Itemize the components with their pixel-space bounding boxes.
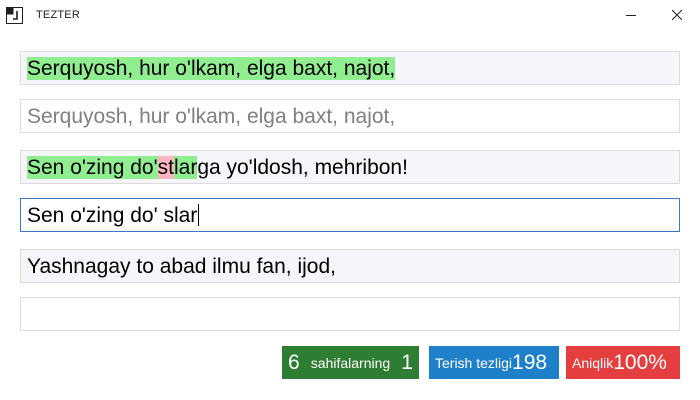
typed-text: Serquyosh, hur o'lkam, elga baxt, najot, <box>27 105 396 128</box>
sample-segment-error: st <box>157 156 174 179</box>
sample-segment-pending: ga yo'ldosh, mehribon! <box>197 156 408 179</box>
sample-segment-correct: Sen o'zing do' <box>27 156 158 179</box>
pages-label: sahifalarning <box>310 354 391 371</box>
typing-input-3[interactable] <box>20 297 680 331</box>
pages-total: 6 <box>288 350 300 374</box>
minimize-button[interactable] <box>608 0 654 31</box>
sample-segment-pending: Yashnagay to abad ilmu fan, ijod, <box>27 255 336 278</box>
typing-input-2[interactable]: Sen o'zing do' slar <box>20 198 680 232</box>
sample-segment-correct: Serquyosh, hur o'lkam, elga baxt, najot, <box>27 57 396 80</box>
accuracy-badge: Aniqlik 100% <box>566 346 680 379</box>
speed-badge: Terish tezligi 198 <box>429 346 559 379</box>
accuracy-label: Aniqlik <box>572 354 614 371</box>
pages-badge: 6 sahifalarning 1 <box>282 346 419 379</box>
window-title: TEZTER <box>36 9 80 21</box>
sample-line-3: Yashnagay to abad ilmu fan, ijod, <box>20 249 680 283</box>
minimize-icon <box>626 15 636 16</box>
typed-text: Sen o'zing do' slar <box>27 204 198 227</box>
speed-label: Terish tezligi <box>435 354 513 371</box>
close-button[interactable] <box>654 0 700 31</box>
sample-segment-correct: lar <box>173 156 198 179</box>
typing-input-1[interactable]: Serquyosh, hur o'lkam, elga baxt, najot, <box>20 99 680 133</box>
app-icon <box>6 7 23 24</box>
sample-line-2: Sen o'zing do'stlarga yo'ldosh, mehribon… <box>20 150 680 184</box>
speed-value: 198 <box>512 350 548 374</box>
pages-current: 1 <box>401 350 413 374</box>
title-bar: TEZTER <box>0 0 700 31</box>
sample-line-1: Serquyosh, hur o'lkam, elga baxt, najot, <box>20 51 680 85</box>
accuracy-value: 100% <box>613 350 667 374</box>
close-icon <box>672 10 682 20</box>
text-caret <box>198 204 200 226</box>
